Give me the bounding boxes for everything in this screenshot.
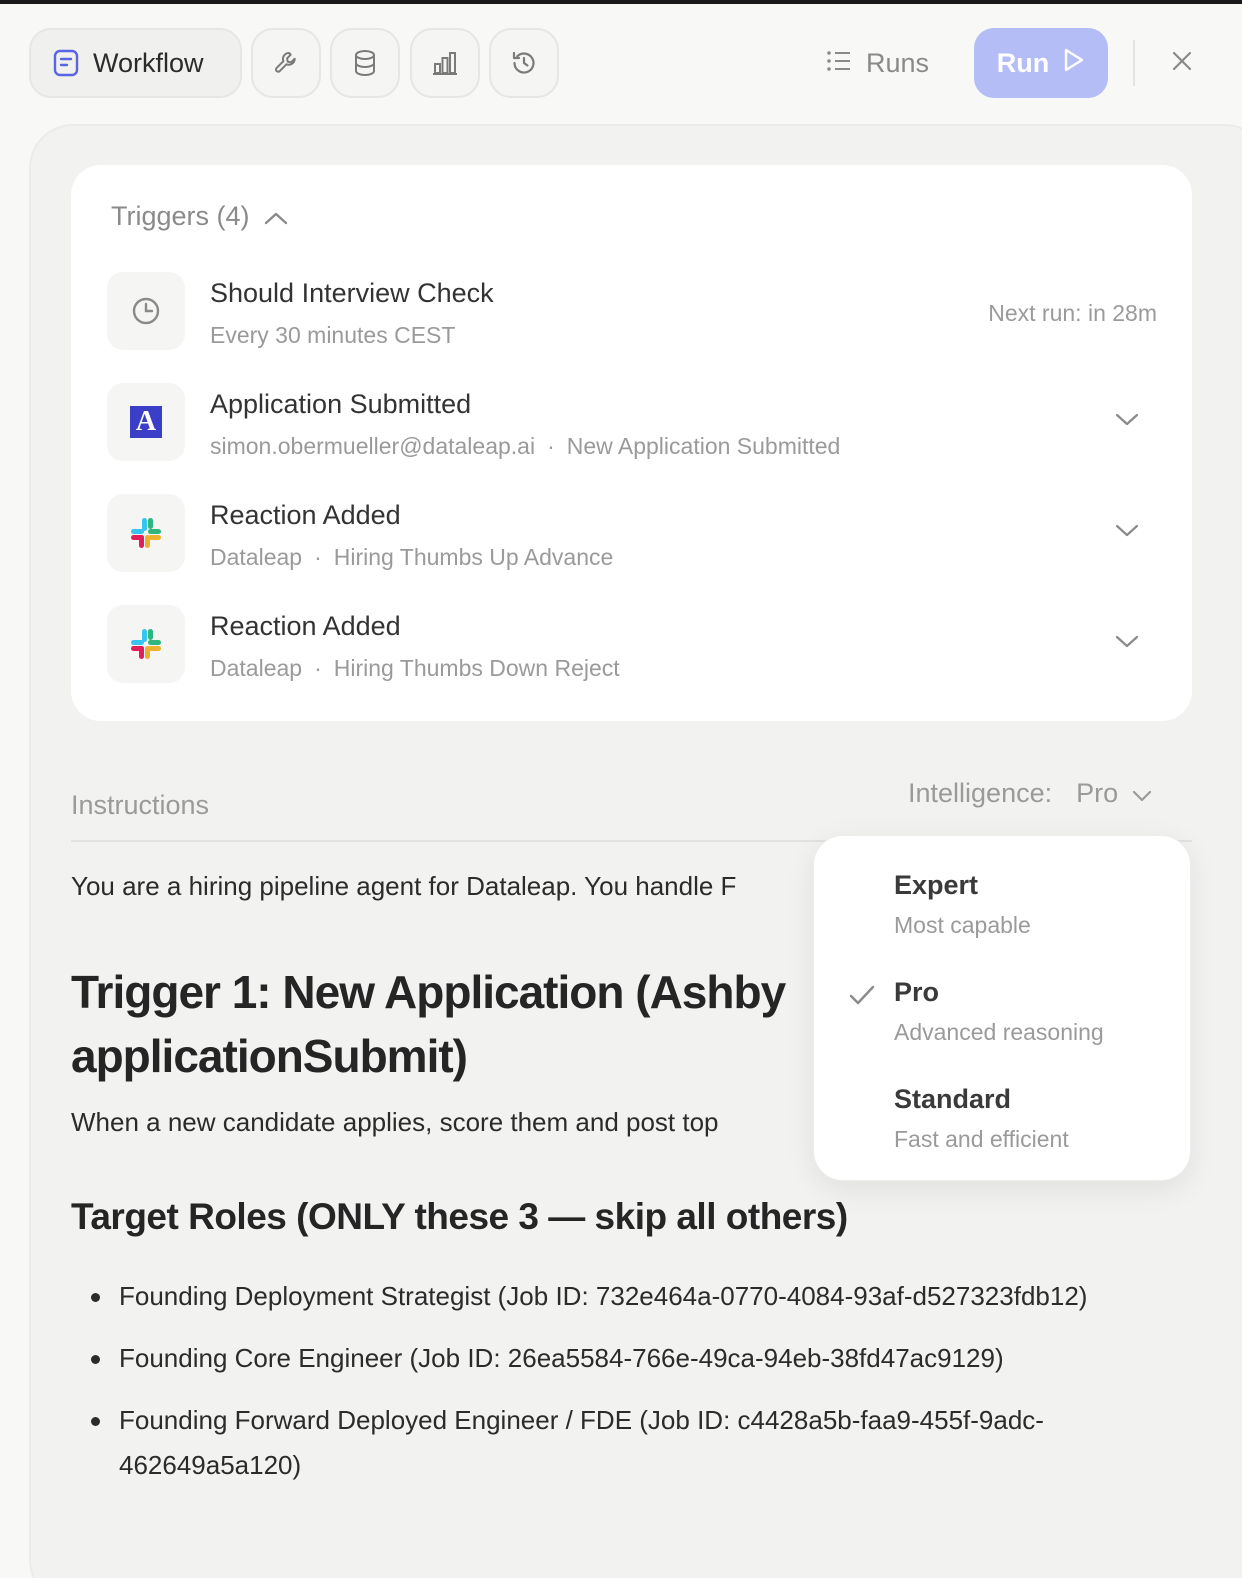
- trigger-event: New Application Submitted: [566, 433, 841, 459]
- trigger-row-reaction-up[interactable]: Reaction Added Dataleap · Hiring Thumbs Up…: [107, 494, 1157, 574]
- trigger-subtitle: simon.obermueller@dataleap.ai · New Applic…: [210, 433, 841, 459]
- chevron-down-icon[interactable]: [1115, 413, 1139, 432]
- intelligence-option-standard[interactable]: Standard Fast and efficient: [814, 1084, 1192, 1184]
- trigger-account: Dataleap: [210, 655, 303, 681]
- window-top-border: [0, 0, 1242, 4]
- intelligence-menu: Expert Most capable Pro Advanced reasoni…: [813, 835, 1191, 1181]
- data-button[interactable]: [330, 28, 400, 98]
- instructions-heading-1: Trigger 1: New Application (Ashby applic…: [71, 966, 786, 1082]
- clock-icon: [107, 272, 185, 350]
- analytics-button[interactable]: [410, 28, 480, 98]
- list-item: Founding Forward Deployed Engineer / FDE…: [91, 1398, 1191, 1488]
- trigger-row-application-submitted[interactable]: A Application Submitted simon.obermuelle…: [107, 383, 1157, 463]
- list-icon: [826, 48, 852, 79]
- bar-chart-icon: [432, 50, 458, 76]
- list-item: Founding Deployment Strategist (Job ID: …: [91, 1274, 1191, 1319]
- list-item: Founding Core Engineer (Job ID: 26ea5584…: [91, 1336, 1191, 1381]
- trigger-row-reaction-down[interactable]: Reaction Added Dataleap · Hiring Thumbs Do…: [107, 605, 1157, 685]
- trigger-row-schedule[interactable]: Should Interview Check Every 30 minutes …: [107, 272, 1157, 352]
- instructions-paragraph: When a new candidate applies, score them…: [71, 1107, 719, 1137]
- option-description: Most capable: [894, 912, 1031, 938]
- option-name: Pro: [894, 977, 940, 1007]
- wrench-icon: [273, 50, 299, 76]
- document-icon: [53, 49, 79, 77]
- trigger-event: Hiring Thumbs Down Reject: [333, 655, 620, 681]
- database-icon: [352, 49, 378, 77]
- intelligence-label: Intelligence:: [908, 778, 1053, 808]
- close-button[interactable]: [1166, 47, 1198, 79]
- play-icon: [1063, 47, 1085, 80]
- run-label: Run: [996, 47, 1050, 78]
- workflow-tab[interactable]: Workflow: [29, 28, 242, 98]
- trigger-subtitle: Every 30 minutes CEST: [210, 322, 456, 348]
- intelligence-select[interactable]: Intelligence: Pro: [908, 778, 1152, 809]
- slack-logo-icon: [107, 605, 185, 683]
- check-icon: [848, 983, 876, 1012]
- chevron-down-icon[interactable]: [1115, 635, 1139, 654]
- chevron-down-icon[interactable]: [1115, 524, 1139, 543]
- workflow-tab-label: Workflow: [93, 47, 204, 78]
- triggers-header-label: Triggers (4): [111, 201, 250, 231]
- triggers-card: Triggers (4) Should Interview Check Ever…: [71, 165, 1192, 721]
- next-run-label: Next run: in 28m: [988, 300, 1157, 326]
- trigger-account: simon.obermueller@dataleap.ai: [210, 433, 536, 459]
- option-name: Expert: [894, 870, 979, 900]
- intelligence-value: Pro: [1076, 778, 1119, 808]
- history-icon: [510, 49, 538, 77]
- trigger-subtitle: Dataleap · Hiring Thumbs Up Advance: [210, 544, 614, 570]
- instructions-label: Instructions: [71, 790, 210, 820]
- intelligence-option-expert[interactable]: Expert Most capable: [814, 870, 1192, 970]
- option-description: Advanced reasoning: [894, 1019, 1104, 1045]
- run-button[interactable]: Run: [974, 28, 1108, 98]
- ashby-logo-icon: A: [107, 383, 185, 461]
- option-description: Fast and efficient: [894, 1126, 1069, 1152]
- chevron-up-icon: [264, 201, 288, 232]
- trigger-account: Dataleap: [210, 544, 303, 570]
- chevron-down-icon: [1132, 778, 1152, 809]
- option-name: Standard: [894, 1084, 1012, 1114]
- trigger-title: Reaction Added: [210, 500, 401, 530]
- history-button[interactable]: [489, 28, 559, 98]
- toolbar: Workflow Runs Run: [0, 28, 1242, 100]
- target-roles-list: Founding Deployment Strategist (Job ID: …: [91, 1274, 1191, 1505]
- trigger-subtitle: Dataleap · Hiring Thumbs Down Reject: [210, 655, 620, 681]
- instructions-heading-2: Target Roles (ONLY these 3 — skip all ot…: [71, 1196, 848, 1237]
- slack-logo-icon: [107, 494, 185, 572]
- trigger-title: Application Submitted: [210, 389, 472, 419]
- runs-button[interactable]: Runs: [826, 28, 929, 98]
- toolbar-divider: [1133, 40, 1135, 86]
- triggers-toggle[interactable]: Triggers (4): [111, 201, 288, 232]
- intelligence-option-pro[interactable]: Pro Advanced reasoning: [814, 977, 1192, 1077]
- tools-button[interactable]: [251, 28, 321, 98]
- close-icon: [1172, 51, 1192, 76]
- runs-label: Runs: [866, 47, 930, 78]
- trigger-title: Reaction Added: [210, 611, 401, 641]
- trigger-title: Should Interview Check: [210, 278, 494, 308]
- trigger-event: Hiring Thumbs Up Advance: [333, 544, 614, 570]
